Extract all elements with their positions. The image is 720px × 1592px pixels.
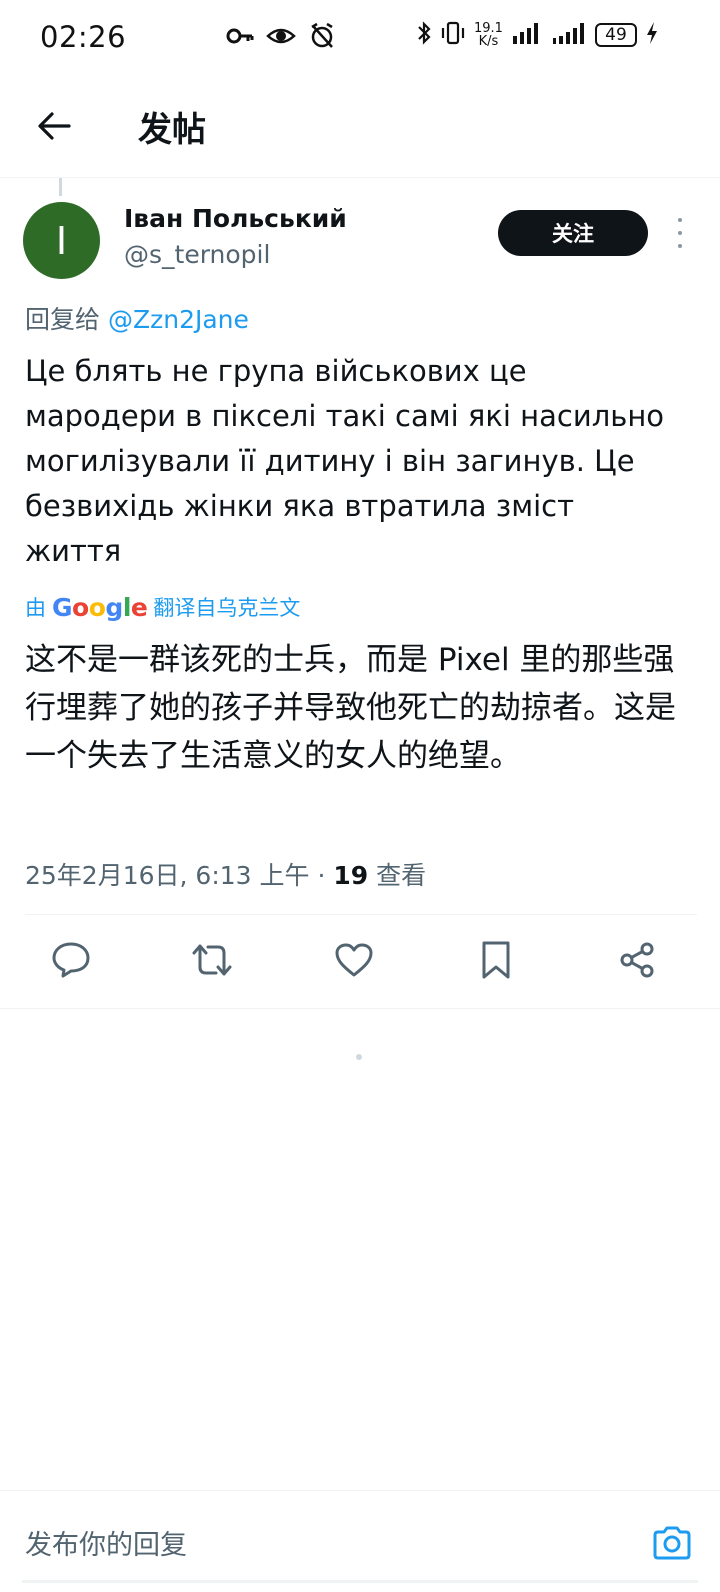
reply-mention-link[interactable]: @Zzn2Jane <box>108 305 249 334</box>
status-icons-left-group <box>226 22 336 54</box>
reply-composer-bar: 发布你的回复 <box>0 1490 720 1592</box>
divider <box>25 914 697 915</box>
alarm-off-icon <box>308 22 336 54</box>
translation-prefix: 由 <box>25 596 46 620</box>
translation-suffix: 翻译自乌克兰文 <box>153 596 301 620</box>
bookmark-icon <box>482 941 510 979</box>
network-speed-unit: K/s <box>478 34 499 49</box>
bluetooth-icon <box>416 20 432 50</box>
arrow-left-icon <box>38 112 71 140</box>
thread-connector-line <box>59 178 62 196</box>
network-speed: 19.1 K/s <box>474 22 503 48</box>
loading-indicator <box>356 1054 362 1060</box>
like-icon <box>335 943 373 977</box>
translated-text: 这不是一群该死的士兵，而是 Pixel 里的那些强行埋葬了她的孩子并导致他死亡的… <box>25 642 676 774</box>
share-button[interactable] <box>612 935 662 985</box>
views-count[interactable]: 19 <box>333 861 368 890</box>
more-dot-icon <box>678 244 682 248</box>
follow-button[interactable]: 关注 <box>498 210 648 256</box>
charging-icon <box>645 20 659 50</box>
views-label: 查看 <box>368 861 427 890</box>
retweet-button[interactable] <box>187 935 237 985</box>
status-bar: 02:26 19.1 K/s 49 <box>0 0 720 72</box>
home-indicator <box>22 1580 698 1583</box>
author-handle[interactable]: @s_ternopil <box>124 240 270 269</box>
tweet-metadata: 25年2月16日, 6:13 上午 · 19 查看 <box>25 856 426 892</box>
battery-level: 49 <box>594 23 637 47</box>
reply-input[interactable]: 发布你的回复 <box>25 1523 187 1562</box>
like-button[interactable] <box>329 935 379 985</box>
avatar[interactable]: I <box>23 202 100 279</box>
tweet-timestamp: 25年2月16日, 6:13 上午 · <box>25 861 334 890</box>
page-title: 发帖 <box>138 110 206 150</box>
vibrate-icon <box>440 20 466 50</box>
status-time: 02:26 <box>40 20 127 54</box>
top-app-bar: 发帖 <box>0 72 720 178</box>
eye-icon <box>266 22 296 54</box>
google-logo: Google <box>52 592 148 622</box>
share-icon <box>620 942 654 978</box>
camera-button[interactable] <box>650 1521 694 1565</box>
status-icons-right-group: 19.1 K/s 49 <box>416 20 659 50</box>
key-icon <box>226 22 254 54</box>
reply-to-line: 回复给 @Zzn2Jane <box>25 300 249 336</box>
signal-secondary-icon <box>551 20 587 50</box>
reply-icon <box>52 942 90 978</box>
back-button[interactable] <box>30 102 78 150</box>
signal-icon <box>511 20 543 50</box>
author-name[interactable]: Іван Польський <box>124 204 347 233</box>
divider <box>0 1008 720 1009</box>
reply-to-prefix: 回复给 <box>25 305 101 334</box>
camera-icon <box>653 1526 691 1560</box>
tweet-text: Це блять не група військових це мародери… <box>25 354 665 568</box>
translation-attribution[interactable]: 由 Google 翻译自乌克兰文 <box>25 592 300 622</box>
more-dot-icon <box>678 231 682 235</box>
more-options-button[interactable] <box>670 218 690 248</box>
reply-button[interactable] <box>46 935 96 985</box>
more-dot-icon <box>678 218 682 222</box>
retweet-icon <box>192 944 232 976</box>
bookmark-button[interactable] <box>471 935 521 985</box>
tweet-action-bar <box>0 925 720 995</box>
